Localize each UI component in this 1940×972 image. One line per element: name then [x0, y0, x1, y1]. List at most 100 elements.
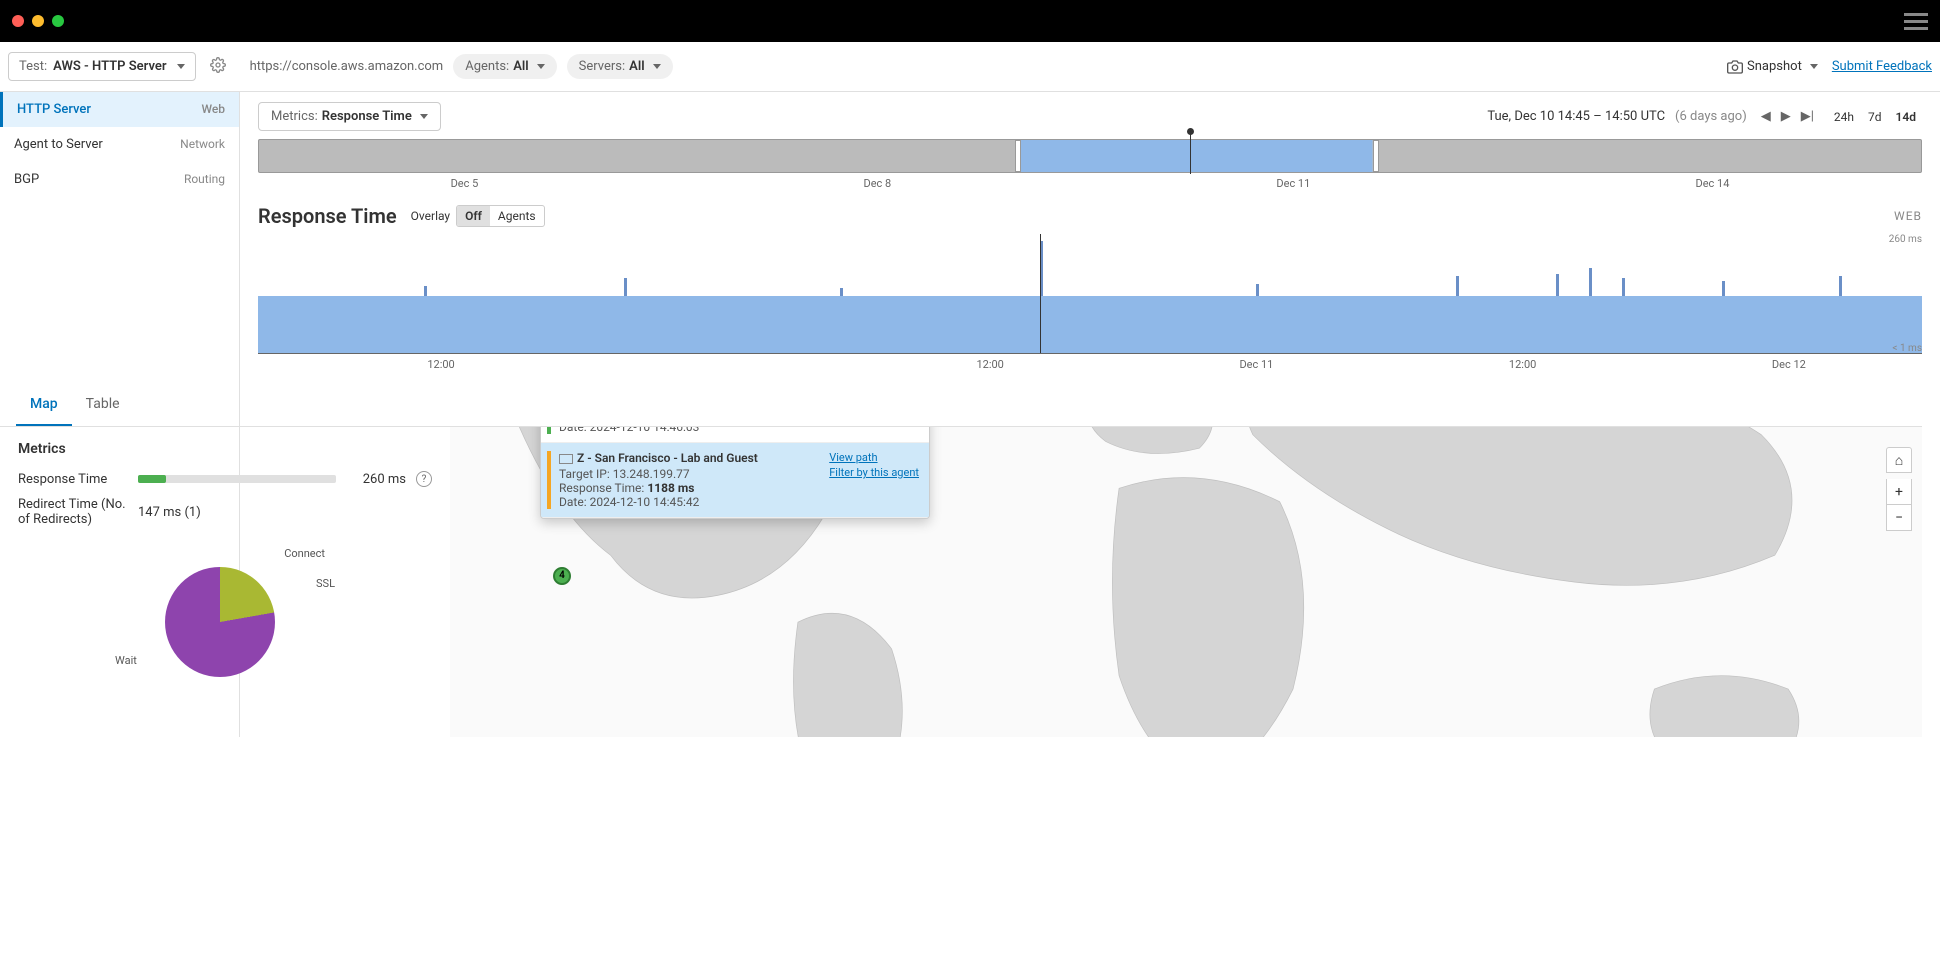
chart-time-marker[interactable] [1040, 234, 1041, 353]
chart-x-axis-labels: 12:00 12:00 Dec 11 12:00 Dec 12 [258, 358, 1922, 374]
overlay-label: Overlay [411, 209, 450, 223]
chart-x-label: Dec 11 [1239, 358, 1273, 371]
filter-by-agent-link[interactable]: Filter by this agent [829, 466, 919, 479]
timeline-date-labels: Dec 5 Dec 8 Dec 11 Dec 14 [258, 177, 1922, 190]
metric-value: 260 ms [346, 472, 406, 487]
agent-cluster-count: 4 [559, 570, 565, 581]
minimize-window-button[interactable] [32, 15, 44, 27]
status-stripe [547, 451, 551, 509]
test-selector-dropdown[interactable]: Test: AWS - HTTP Server [8, 52, 196, 81]
agent-details-tooltip: Meraki San Francisco SFO12 Original Targ… [540, 427, 930, 519]
sidebar-item-category: Network [180, 137, 225, 152]
time-range-14d-button[interactable]: 14d [1890, 106, 1922, 128]
metrics-heading: Metrics [18, 441, 432, 457]
metric-bar [138, 475, 336, 483]
metrics-summary-panel: Metrics Response Time 260 ms? Redirect Tim… [0, 427, 450, 737]
map-zoom-in-button[interactable]: + [1886, 479, 1912, 505]
timeline-label: Dec 8 [863, 177, 891, 190]
agents-filter-label: Agents: [465, 59, 509, 74]
tooltip-agent-item: Meraki San Francisco SFO12 Target IP: 76… [541, 427, 929, 443]
timeline-label: Dec 5 [451, 177, 479, 190]
settings-gear-icon[interactable] [206, 53, 230, 81]
timeline-selection-start-handle[interactable] [1015, 140, 1021, 172]
pie-label-ssl: SSL [316, 577, 335, 590]
timeline-label: Dec 14 [1695, 177, 1729, 190]
test-selector-label: Test: [19, 59, 47, 74]
timeline-selection-end-handle[interactable] [1373, 140, 1379, 172]
window-titlebar [0, 0, 1940, 42]
sidebar-item-bgp[interactable]: BGPRouting [0, 162, 239, 197]
time-range-controls: Tue, Dec 10 14:45 – 14:50 UTC (6 days ag… [1487, 106, 1922, 128]
close-window-button[interactable] [12, 15, 24, 27]
pie-label-connect: Connect [284, 547, 325, 560]
timeline-overview[interactable] [258, 139, 1922, 173]
time-range-text: Tue, Dec 10 14:45 – 14:50 UTC [1487, 109, 1665, 124]
overlay-option-off[interactable]: Off [457, 206, 490, 226]
timeline-marker[interactable] [1190, 132, 1191, 174]
agents-filter-dropdown[interactable]: Agents: All [453, 54, 556, 79]
chevron-down-icon [537, 64, 545, 69]
sidebar-item-label: HTTP Server [17, 102, 91, 117]
timeline-label: Dec 11 [1276, 177, 1310, 190]
agent-cluster-marker[interactable]: 4 [553, 567, 571, 585]
sidebar-item-label: Agent to Server [14, 137, 103, 152]
test-selector-value: AWS - HTTP Server [53, 59, 166, 74]
time-ago-text: (6 days ago) [1675, 109, 1747, 124]
metric-label: Response Time [18, 472, 128, 487]
servers-filter-value: All [629, 59, 644, 74]
sidebar-item-http-server[interactable]: HTTP Server Web [0, 92, 239, 127]
chart-x-label: Dec 12 [1772, 358, 1806, 371]
world-map-panel[interactable]: 4 Meraki San Francisco SFO12 Original Ta… [450, 427, 1922, 737]
metrics-selector-label: Metrics: [271, 109, 318, 124]
sidebar-item-label: BGP [14, 172, 39, 187]
pie-label-wait: Wait [115, 654, 137, 667]
chevron-down-icon [420, 114, 428, 119]
hamburger-menu-icon[interactable] [1904, 13, 1928, 30]
tooltip-target-ip: Target IP: 13.248.199.77 [559, 467, 821, 481]
time-latest-button[interactable]: ▶| [1797, 107, 1818, 126]
chart-y-min: < 1 ms [1892, 343, 1922, 354]
chevron-down-icon [177, 64, 185, 69]
help-icon[interactable]: ? [416, 471, 432, 487]
maximize-window-button[interactable] [52, 15, 64, 27]
map-home-button[interactable]: ⌂ [1886, 447, 1912, 473]
snapshot-label: Snapshot [1747, 59, 1802, 74]
tab-table[interactable]: Table [72, 384, 134, 426]
view-tabs: MapTable [0, 384, 1922, 427]
chevron-down-icon [653, 64, 661, 69]
tooltip-agent-item: Z - San Francisco - Lab and Guest Target… [541, 443, 929, 518]
top-toolbar: Test: AWS - HTTP Server https://console.… [0, 42, 1940, 92]
layer-badge: WEB [1894, 209, 1922, 223]
response-time-chart[interactable]: 260 ms < 1 ms [258, 234, 1922, 354]
metric-row: Response Time 260 ms? [18, 471, 432, 487]
sidebar-item-category: Web [201, 102, 225, 117]
agents-filter-value: All [513, 59, 528, 74]
tooltip-date: Date: 2024-12-10 14:45:42 [559, 495, 821, 509]
chart-title: Response Time [258, 204, 397, 228]
tooltip-date: Date: 2024-12-10 14:46:03 [559, 427, 821, 434]
timing-pie-chart: Connect SSL Wait [125, 547, 325, 697]
map-zoom-out-button[interactable]: − [1886, 505, 1912, 531]
metrics-selector-dropdown[interactable]: Metrics: Response Time [258, 102, 441, 131]
snapshot-button[interactable]: Snapshot [1727, 59, 1818, 75]
chart-x-label: 12:00 [976, 358, 1003, 371]
tab-map[interactable]: Map [16, 384, 72, 426]
tooltip-agent-name: Z - San Francisco - Lab and Guest [559, 451, 821, 465]
metric-label: Redirect Time (No. of Redirects) [18, 497, 128, 527]
time-range-24h-button[interactable]: 24h [1828, 106, 1860, 128]
metric-row: Redirect Time (No. of Redirects)147 ms (… [18, 497, 432, 527]
time-prev-button[interactable]: ◀ [1757, 107, 1775, 126]
view-path-link[interactable]: View path [829, 451, 877, 464]
overlay-option-agents[interactable]: Agents [490, 206, 544, 226]
traffic-lights [12, 15, 64, 27]
status-stripe [547, 427, 551, 434]
metrics-selector-value: Response Time [322, 109, 412, 124]
chart-x-label: 12:00 [1509, 358, 1536, 371]
chart-x-label: 12:00 [427, 358, 454, 371]
submit-feedback-link[interactable]: Submit Feedback [1832, 59, 1932, 74]
servers-filter-dropdown[interactable]: Servers: All [567, 54, 673, 79]
time-next-button[interactable]: ▶ [1777, 107, 1795, 126]
time-range-7d-button[interactable]: 7d [1862, 106, 1888, 128]
camera-icon [1727, 59, 1743, 75]
sidebar-item-agent-to-server[interactable]: Agent to Server Network [0, 127, 239, 162]
